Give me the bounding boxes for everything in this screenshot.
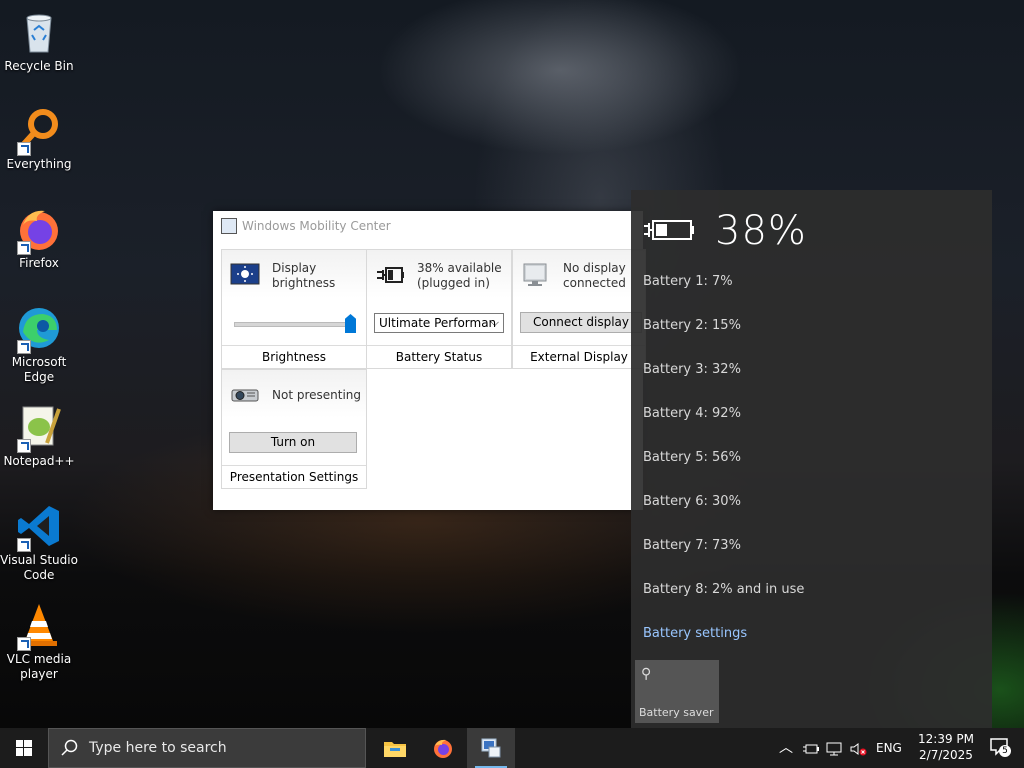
- power-plan-value: Ultimate Performan: [379, 316, 497, 330]
- power-plan-select[interactable]: Ultimate Performan ⌵: [374, 313, 504, 333]
- network-icon[interactable]: [826, 728, 844, 768]
- battery-tray-icon[interactable]: [803, 728, 819, 768]
- display-status-line2: connected: [563, 276, 626, 290]
- display-status-line1: No display: [563, 261, 626, 275]
- shortcut-arrow-icon: [17, 142, 31, 156]
- shortcut-arrow-icon: [17, 439, 31, 453]
- battery-row: Battery 1: 7%: [643, 274, 733, 289]
- firefox-icon: [15, 205, 63, 255]
- desktop-icon-label: VLC media player: [6, 652, 72, 681]
- folder-icon: [384, 739, 406, 760]
- mobility-center-window: Windows Mobility Center Display brightne…: [213, 211, 646, 510]
- clock-time: 12:39 PM: [918, 732, 974, 746]
- vscode-icon: [15, 502, 63, 552]
- clock-date: 2/7/2025: [919, 748, 973, 762]
- mobility-center-icon: [481, 738, 501, 761]
- windows-logo-icon: [16, 740, 32, 759]
- notepadpp-icon: [15, 403, 63, 453]
- desktop-icon-vscode[interactable]: Visual Studio Code: [0, 502, 78, 583]
- battery-saver-label: Battery saver: [639, 706, 714, 719]
- taskbar-search-box[interactable]: Type here to search: [48, 728, 366, 768]
- turn-on-presentation-button[interactable]: Turn on: [229, 432, 357, 453]
- notification-count: 5: [999, 745, 1011, 757]
- battery-available-text: 38% available: [417, 261, 502, 275]
- desktop-icon-notepadpp[interactable]: Notepad++: [0, 403, 78, 469]
- desktop-icon-label: Recycle Bin: [4, 59, 74, 73]
- battery-percent: 38%: [715, 208, 807, 254]
- desktop-icon-label: Notepad++: [3, 454, 75, 468]
- recycle-bin-icon: [15, 8, 63, 56]
- brightness-label-line2: brightness: [272, 276, 336, 290]
- battery-row: Battery 5: 56%: [643, 450, 741, 465]
- battery-plugged-icon: [375, 262, 405, 288]
- desktop-icon-vlc[interactable]: VLC media player: [0, 601, 78, 682]
- input-language[interactable]: ENG: [876, 728, 902, 768]
- desktop-icon-label: Visual Studio Code: [0, 553, 78, 582]
- display-brightness-icon: [230, 262, 260, 288]
- desktop-icon-edge[interactable]: Microsoft Edge: [0, 304, 78, 385]
- desktop-icon-label: Firefox: [19, 256, 59, 270]
- brightness-footer: Brightness: [222, 345, 366, 368]
- action-center-button[interactable]: 5: [990, 737, 1011, 760]
- taskbar-mobility-center[interactable]: [467, 728, 515, 768]
- battery-row: Battery 6: 30%: [643, 494, 741, 509]
- battery-flyout: 38% Battery 1: 7% Battery 2: 15% Battery…: [631, 190, 992, 728]
- battery-saver-icon: ⚲: [641, 666, 652, 682]
- shortcut-arrow-icon: [17, 538, 31, 552]
- battery-settings-link[interactable]: Battery settings: [643, 626, 747, 641]
- taskbar: Type here to search ︿ ENG 12:39 PM 2/7/2…: [0, 728, 1024, 768]
- shortcut-arrow-icon: [17, 241, 31, 255]
- battery-saver-toggle[interactable]: ⚲ Battery saver: [635, 660, 719, 723]
- desktop-icon-label: Everything: [6, 157, 72, 171]
- chevron-down-icon: ⌵: [490, 316, 499, 329]
- window-title: Windows Mobility Center: [242, 219, 391, 233]
- start-button[interactable]: [0, 728, 48, 768]
- chevron-up-icon[interactable]: ︿: [779, 728, 793, 768]
- volume-muted-icon[interactable]: [850, 728, 868, 768]
- external-display-tile: No display connected Connect display Ext…: [512, 249, 646, 369]
- monitor-icon: [521, 262, 551, 288]
- battery-status-tile: 38% available (plugged in) Ultimate Perf…: [366, 249, 512, 369]
- taskbar-clock[interactable]: 12:39 PM 2/7/2025: [918, 731, 974, 763]
- external-display-footer: External Display: [513, 345, 645, 368]
- battery-row: Battery 8: 2% and in use: [643, 582, 805, 597]
- presentation-footer: Presentation Settings: [222, 465, 366, 488]
- search-icon: [61, 739, 79, 760]
- battery-plugged-text: (plugged in): [417, 276, 490, 290]
- everything-search-icon: [15, 106, 63, 156]
- search-placeholder: Type here to search: [89, 740, 227, 756]
- battery-row: Battery 4: 92%: [643, 406, 741, 421]
- window-title-bar[interactable]: Windows Mobility Center: [221, 218, 391, 234]
- shortcut-arrow-icon: [17, 340, 31, 354]
- battery-charging-icon: [643, 216, 695, 247]
- shortcut-arrow-icon: [17, 637, 31, 651]
- vlc-icon: [15, 601, 63, 651]
- desktop-icon-everything[interactable]: Everything: [0, 106, 78, 172]
- projector-icon: [230, 382, 260, 408]
- battery-footer: Battery Status: [367, 345, 511, 368]
- presentation-tile: Not presenting Turn on Presentation Sett…: [221, 369, 367, 489]
- presentation-status: Not presenting: [272, 388, 362, 402]
- battery-row: Battery 7: 73%: [643, 538, 741, 553]
- taskbar-file-explorer[interactable]: [371, 728, 419, 768]
- brightness-slider-thumb[interactable]: [345, 314, 356, 333]
- brightness-slider[interactable]: [234, 314, 356, 334]
- firefox-icon: [432, 737, 454, 762]
- desktop-icon-recycle-bin[interactable]: Recycle Bin: [0, 8, 78, 74]
- connect-display-button[interactable]: Connect display: [520, 312, 642, 333]
- mobility-center-icon: [221, 218, 237, 234]
- brightness-tile: Display brightness Brightness: [221, 249, 367, 369]
- desktop-icon-label: Microsoft Edge: [11, 355, 67, 384]
- desktop-icon-firefox[interactable]: Firefox: [0, 205, 78, 271]
- brightness-label-line1: Display: [272, 261, 317, 275]
- taskbar-firefox[interactable]: [419, 728, 467, 768]
- battery-row: Battery 3: 32%: [643, 362, 741, 377]
- battery-row: Battery 2: 15%: [643, 318, 741, 333]
- edge-icon: [15, 304, 63, 354]
